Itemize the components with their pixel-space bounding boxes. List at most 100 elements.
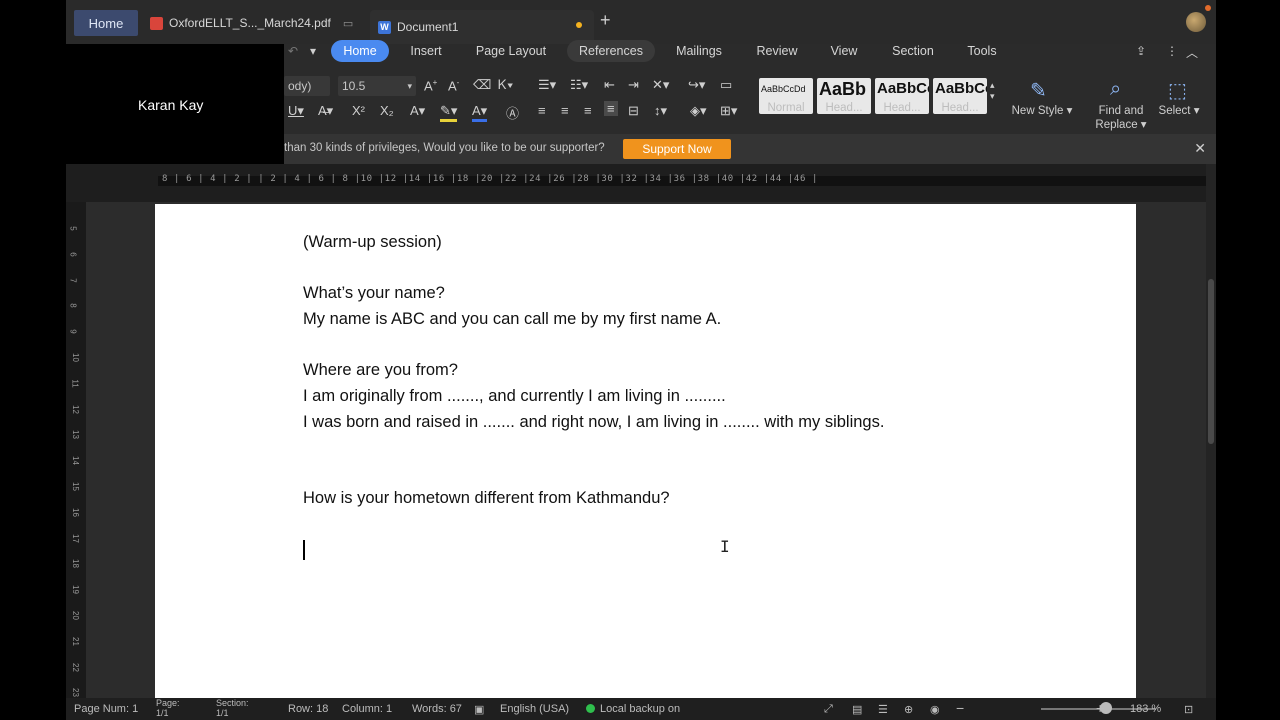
doc-line-question-from[interactable]: Where are you from?	[303, 361, 458, 380]
status-words[interactable]: Words: 67	[412, 703, 462, 715]
vruler-number: 17	[70, 533, 80, 543]
status-section-label: Section:	[216, 698, 249, 708]
status-section[interactable]: Section: 1/1	[216, 698, 249, 718]
support-now-button[interactable]: Support Now	[623, 139, 731, 159]
justify-icon[interactable]: ≡	[604, 101, 618, 116]
clear-format-icon[interactable]: ⌫	[473, 77, 491, 93]
align-left-icon[interactable]: ≡	[538, 103, 546, 118]
highlight-icon[interactable]: ✎▾	[440, 103, 458, 122]
shrink-font-icon[interactable]: A-	[448, 78, 459, 93]
ruler-numbers: 8 | 6 | 4 | 2 | | 2 | 4 | 6 | 8 |10 |12 …	[162, 174, 819, 184]
status-page[interactable]: Page: 1/1	[156, 698, 180, 718]
menu-mailings[interactable]: Mailings	[670, 40, 728, 62]
notification-bar: than 30 kinds of privileges, Would you l…	[284, 134, 1216, 164]
menu-review[interactable]: Review	[750, 40, 804, 62]
styles-scroll-icon[interactable]: ▴ ▾	[990, 80, 995, 102]
underline-icon[interactable]: U▾	[288, 103, 304, 119]
status-zoom[interactable]: 183 %	[1130, 703, 1161, 715]
eye-protection-icon[interactable]: ◉	[930, 703, 940, 716]
close-icon[interactable]: ✕	[1194, 140, 1206, 157]
menu-home[interactable]: Home	[331, 40, 389, 62]
web-view-icon[interactable]: ⊕	[904, 703, 913, 716]
share-icon[interactable]: ⇪	[1136, 44, 1146, 58]
vruler-number: 18	[70, 559, 80, 569]
menu-tools[interactable]: Tools	[960, 40, 1004, 62]
select-button[interactable]: Select ▾	[1154, 104, 1204, 118]
text-effects-icon[interactable]: A▾	[410, 103, 425, 119]
superscript-icon[interactable]: X²	[352, 103, 365, 118]
fullscreen-icon[interactable]: ⤢	[824, 703, 833, 716]
menu-insert[interactable]: Insert	[402, 40, 450, 62]
status-language[interactable]: English (USA)	[500, 703, 569, 715]
grow-font-icon[interactable]: A+	[424, 78, 437, 93]
status-backup[interactable]: Local backup on	[586, 703, 680, 715]
doc-line-answer-from-2[interactable]: I was born and raised in ....... and rig…	[303, 413, 884, 432]
tab-pdf-document[interactable]: OxfordELLT_S..._March24.pdf ▭	[144, 10, 364, 36]
collapse-ribbon-icon[interactable]: ︿	[1186, 44, 1198, 61]
style-normal-sample: AaBbCcDd	[761, 84, 806, 94]
more-options-icon[interactable]: ⋮	[1166, 44, 1178, 58]
numbering-icon[interactable]: ☷▾	[570, 77, 588, 93]
horizontal-ruler[interactable]: 8 | 6 | 4 | 2 | | 2 | 4 | 6 | 8 |10 |12 …	[66, 164, 1216, 202]
doc-line-question-hometown[interactable]: How is your hometown different from Kath…	[303, 489, 670, 508]
zoom-out-icon[interactable]: −	[956, 700, 964, 716]
asian-layout-icon[interactable]: ✕▾	[652, 77, 669, 93]
phonetic-guide-icon[interactable]: Ꮶ▾	[498, 77, 513, 93]
style-heading-2-label: Head...	[883, 102, 921, 114]
borders-icon[interactable]: ⊞▾	[720, 103, 737, 119]
doc-line-answer-from-1[interactable]: I am originally from ......., and curren…	[303, 387, 726, 406]
unsaved-indicator-icon	[576, 22, 582, 28]
decrease-indent-icon[interactable]: ⇤	[604, 77, 615, 93]
status-section-value: 1/1	[216, 708, 229, 718]
monitor-icon: ▭	[342, 17, 354, 30]
vertical-ruler[interactable]: 5 6 7 8 9 10 11 12 13 14 15 16 17 18 19 20 21 22 23	[66, 202, 86, 698]
outline-view-icon[interactable]: ☰	[878, 703, 888, 716]
font-color-icon[interactable]: A▾	[472, 103, 488, 122]
character-border-icon[interactable]: Ⓐ	[506, 103, 519, 122]
show-marks-icon[interactable]: ▭	[720, 77, 732, 93]
font-size-select[interactable]: 10.5 ▾	[338, 76, 416, 96]
status-page-num[interactable]: Page Num: 1	[74, 703, 138, 715]
spellcheck-icon[interactable]: ▣	[474, 703, 484, 716]
menu-view[interactable]: View	[822, 40, 866, 62]
align-center-icon[interactable]: ≡	[561, 103, 569, 118]
vertical-scrollbar[interactable]	[1206, 164, 1216, 698]
page-view-icon[interactable]: ▤	[852, 703, 862, 716]
bullets-icon[interactable]: ☰▾	[538, 77, 556, 93]
notification-text: than 30 kinds of privileges, Would you l…	[284, 142, 605, 154]
doc-line-question-name[interactable]: What’s your name?	[303, 284, 445, 303]
status-page-label: Page:	[156, 698, 180, 708]
fit-page-icon[interactable]: ⊡	[1184, 703, 1193, 716]
distributed-icon[interactable]: ⊟	[628, 103, 639, 119]
tab-document1[interactable]: W Document1	[370, 10, 594, 44]
increase-indent-icon[interactable]: ⇥	[628, 77, 639, 93]
scrollbar-thumb[interactable]	[1208, 279, 1214, 444]
status-row[interactable]: Row: 18	[288, 703, 328, 715]
menu-page-layout[interactable]: Page Layout	[470, 40, 552, 62]
doc-line-answer-name[interactable]: My name is ABC and you can call me by my…	[303, 310, 721, 329]
shading-icon[interactable]: ◈▾	[690, 103, 707, 119]
new-tab-plus-icon[interactable]: +	[600, 10, 611, 31]
quick-access-dropdown-icon[interactable]: ▾	[310, 44, 316, 58]
doc-line-warmup[interactable]: (Warm-up session)	[303, 233, 442, 252]
menu-references[interactable]: References	[567, 40, 655, 62]
undo-icon[interactable]: ↶	[288, 44, 298, 58]
font-family-select[interactable]: ody)	[284, 76, 330, 96]
line-spacing-icon[interactable]: ↕▾	[654, 103, 667, 119]
zoom-in-icon[interactable]: +	[1096, 700, 1104, 716]
document-page[interactable]	[155, 204, 1136, 698]
select-icon: ⬚	[1168, 80, 1187, 102]
menu-section[interactable]: Section	[884, 40, 942, 62]
text-direction-icon[interactable]: ↪▾	[688, 77, 705, 93]
tab-home[interactable]: Home	[74, 10, 138, 36]
participant-name: Karan Kay	[132, 95, 210, 115]
find-replace-button[interactable]: Find and Replace ▾	[1090, 104, 1152, 132]
status-column[interactable]: Column: 1	[342, 703, 392, 715]
align-right-icon[interactable]: ≡	[584, 103, 592, 118]
user-avatar[interactable]	[1186, 12, 1206, 32]
vruler-number: 22	[70, 662, 80, 672]
vruler-number: 15	[70, 482, 80, 491]
subscript-icon[interactable]: X₂	[380, 103, 394, 118]
new-style-button[interactable]: New Style ▾	[1008, 104, 1076, 118]
strikethrough-icon[interactable]: A̶▾	[318, 103, 333, 119]
